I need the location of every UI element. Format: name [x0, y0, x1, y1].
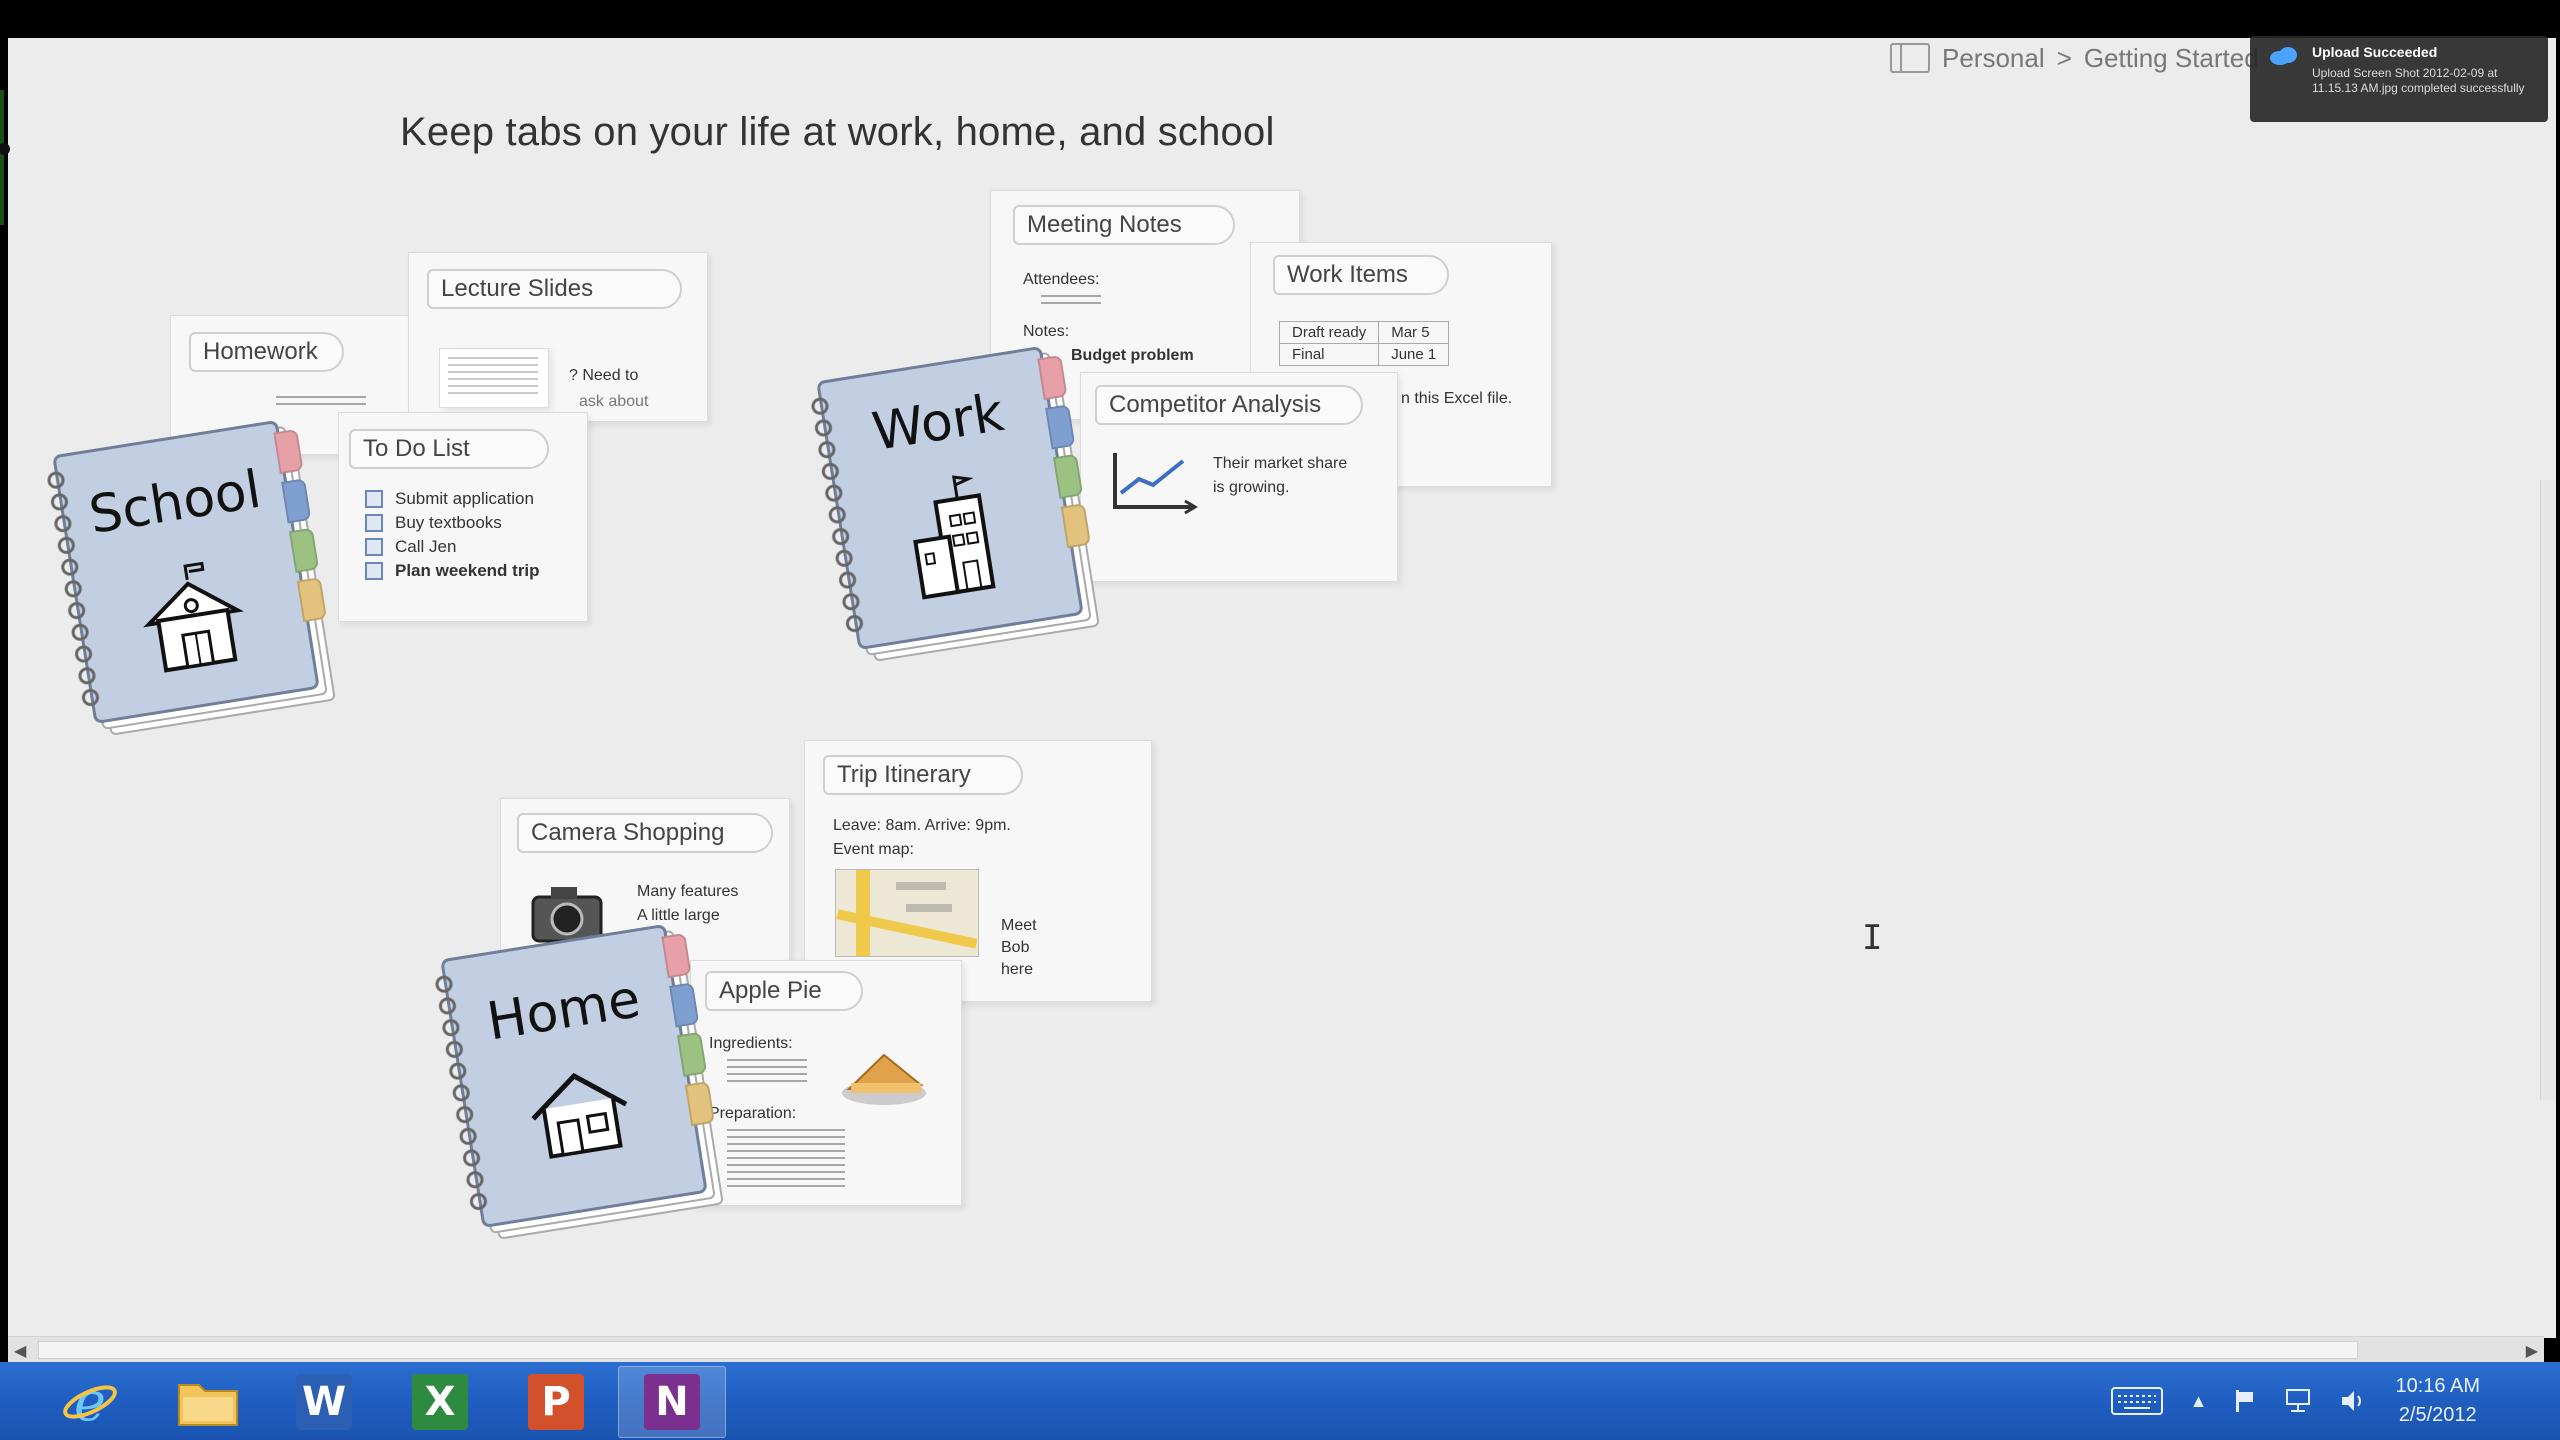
breadcrumb-notebook[interactable]: Personal	[1942, 43, 2045, 74]
onenote-icon: N	[644, 1374, 700, 1430]
camera-shopping-tab[interactable]: Camera Shopping	[517, 813, 773, 853]
checkbox[interactable]	[365, 562, 383, 580]
meet-line-2: Bob	[1001, 939, 1030, 956]
budget-note: Budget problem	[1071, 347, 1194, 364]
table-cell: June 1	[1378, 343, 1450, 366]
excel-icon: X	[412, 1374, 468, 1430]
notes-label: Notes:	[1023, 323, 1070, 340]
event-map-image	[835, 869, 979, 957]
taskbar-excel[interactable]: X	[386, 1366, 494, 1438]
trip-line-1: Leave: 8am. Arrive: 9pm.	[833, 817, 1011, 834]
work-items-tab[interactable]: Work Items	[1273, 255, 1449, 295]
apple-pie-image	[842, 1053, 926, 1105]
powerpoint-icon: P	[528, 1374, 584, 1430]
vertical-scrollbar[interactable]	[2540, 480, 2556, 1100]
svg-text:e: e	[74, 1372, 106, 1432]
notebook-icon	[1890, 43, 1930, 73]
word-icon: W	[296, 1374, 352, 1430]
screen: Personal > Getting Started Keep tabs on …	[0, 0, 2560, 1440]
preparation-label: Preparation:	[709, 1105, 797, 1122]
apple-pie-page[interactable]: Apple Pie Ingredients: Preparation:	[690, 960, 962, 1206]
attendees-label: Attendees:	[1023, 271, 1100, 288]
taskbar-word[interactable]: W	[270, 1366, 378, 1438]
network-icon[interactable]	[2283, 1388, 2313, 1414]
clock[interactable]: 10:16 AM 2/5/2012	[2395, 1372, 2480, 1430]
table-cell: Draft ready	[1278, 321, 1380, 344]
folder-icon	[178, 1384, 238, 1426]
competitor-analysis-page[interactable]: Competitor Analysis Their market share i…	[1080, 372, 1398, 582]
table-cell: Mar 5	[1378, 321, 1450, 344]
breadcrumb-section[interactable]: Getting Started	[2084, 43, 2259, 74]
meet-line-1: Meet	[1001, 917, 1037, 934]
show-hidden-icons-icon[interactable]: ▲	[2190, 1391, 2208, 1412]
text-cursor-icon: I	[1862, 918, 1883, 958]
checkbox[interactable]	[365, 490, 383, 508]
scroll-right-icon[interactable]: ▶	[2526, 1341, 2538, 1361]
ingredients-label: Ingredients:	[709, 1035, 793, 1052]
apple-pie-tab[interactable]: Apple Pie	[705, 971, 863, 1011]
page-title: Keep tabs on your life at work, home, an…	[400, 110, 1275, 154]
competitor-line-2: is growing.	[1213, 479, 1290, 496]
todo-item[interactable]: Plan weekend trip	[365, 561, 540, 581]
school-notebook[interactable]: School	[40, 419, 336, 736]
home-notebook[interactable]: Home	[428, 923, 724, 1240]
trip-itinerary-tab[interactable]: Trip Itinerary	[823, 755, 1023, 795]
horizontal-scrollbar[interactable]: ◀ ▶	[8, 1336, 2544, 1362]
todo-tab[interactable]: To Do List	[349, 429, 549, 469]
taskbar: e W X P N ▲ 10:16 AM 2/5/2012	[0, 1362, 2560, 1440]
excel-note: n this Excel file.	[1401, 390, 1513, 407]
taskbar-file-explorer[interactable]	[154, 1366, 262, 1438]
breadcrumb-separator: >	[2056, 42, 2072, 73]
trip-line-2: Event map:	[833, 841, 914, 858]
lecture-note-2: ask about	[579, 393, 649, 410]
work-items-table: Draft ready Mar 5 Final June 1	[1278, 321, 1450, 366]
flag-icon[interactable]	[2233, 1388, 2257, 1414]
todo-item[interactable]: Submit application	[365, 489, 534, 509]
checkbox[interactable]	[365, 514, 383, 532]
volume-icon[interactable]	[2339, 1388, 2369, 1414]
horizontal-scroll-thumb[interactable]	[38, 1341, 2358, 1359]
competitor-line-1: Their market share	[1213, 455, 1348, 472]
taskbar-powerpoint[interactable]: P	[502, 1366, 610, 1438]
lecture-slides-tab[interactable]: Lecture Slides	[427, 269, 682, 309]
table-cell: Final	[1278, 343, 1380, 366]
todo-page[interactable]: To Do List Submit application Buy textbo…	[338, 412, 588, 622]
growth-chart-icon	[1113, 453, 1198, 515]
scroll-left-icon[interactable]: ◀	[14, 1341, 26, 1361]
office-building-icon	[913, 475, 996, 600]
system-tray: ▲ 10:16 AM 2/5/2012	[2110, 1362, 2480, 1440]
notification-body: Upload Screen Shot 2012-02-09 at 11.15.1…	[2312, 66, 2525, 95]
taskbar-onenote[interactable]: N	[618, 1366, 726, 1438]
clock-time: 10:16 AM	[2395, 1375, 2480, 1397]
competitor-analysis-tab[interactable]: Competitor Analysis	[1095, 385, 1363, 425]
schoolhouse-icon	[143, 561, 244, 673]
camera-line-1: Many features	[637, 883, 739, 900]
meeting-notes-tab[interactable]: Meeting Notes	[1013, 205, 1235, 245]
work-notebook[interactable]: Work	[804, 345, 1100, 662]
lecture-slides-page[interactable]: Lecture Slides ? Need to ask about	[408, 252, 708, 422]
internet-explorer-icon: e	[63, 1372, 117, 1432]
keyboard-icon[interactable]	[2110, 1386, 2164, 1416]
left-edge-marker	[0, 90, 4, 225]
slide-thumbnail	[439, 348, 549, 408]
house-icon	[531, 1072, 628, 1159]
todo-item[interactable]: Call Jen	[365, 537, 456, 557]
checkbox[interactable]	[365, 538, 383, 556]
upload-notification[interactable]: Upload Succeeded Upload Screen Shot 2012…	[2250, 36, 2548, 122]
breadcrumb: Personal > Getting Started	[1890, 40, 2259, 76]
clock-date: 2/5/2012	[2398, 1404, 2477, 1426]
homework-tab[interactable]: Homework	[189, 332, 344, 372]
taskbar-internet-explorer[interactable]: e	[36, 1366, 144, 1438]
todo-item[interactable]: Buy textbooks	[365, 513, 502, 533]
notification-title: Upload Succeeded	[2312, 44, 2438, 60]
camera-line-2: A little large	[637, 907, 720, 924]
cloud-icon	[2270, 47, 2297, 65]
meet-line-3: here	[1001, 961, 1034, 978]
lecture-note-1: ? Need to	[569, 367, 639, 384]
homework-scribble	[276, 396, 366, 408]
